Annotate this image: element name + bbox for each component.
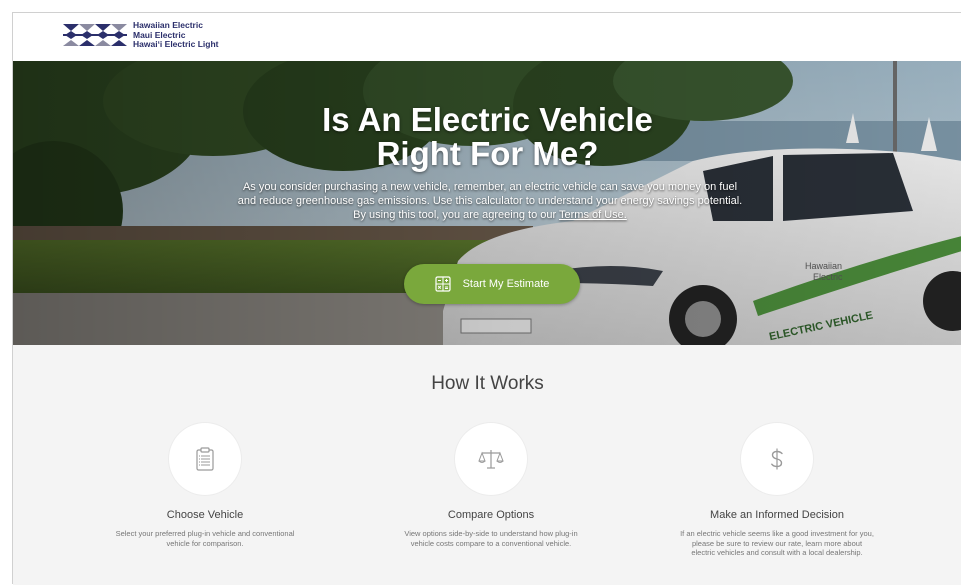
step-compare-options: Compare Options View options side-by-sid… — [386, 423, 596, 548]
step-informed-decision: Make an Informed Decision If an electric… — [672, 423, 882, 558]
logo-mark-icon — [63, 24, 127, 47]
step-title: Choose Vehicle — [166, 509, 244, 521]
hero-banner: Hawaiian Electric ELECTRIC VEHICLE Is An… — [13, 61, 961, 345]
step-icon-circle — [741, 423, 813, 495]
clipboard-icon — [196, 447, 214, 471]
hero-title: Is An Electric Vehicle Right For Me? — [13, 103, 961, 171]
calculator-icon — [434, 276, 451, 292]
hero-description: As you consider purchasing a new vehicle… — [235, 180, 745, 222]
step-description: View options side-by-side to understand … — [404, 529, 578, 548]
step-title: Compare Options — [447, 509, 535, 521]
step-description: If an electric vehicle seems like a good… — [680, 529, 874, 557]
hero-title-line-2: Right For Me? — [376, 135, 599, 172]
step-choose-vehicle: Choose Vehicle Select your preferred plu… — [100, 423, 310, 548]
logo-text: Hawaiian Electric Maui Electric Hawai‘i … — [133, 20, 219, 50]
step-icon-circle — [455, 423, 527, 495]
logo-line-3: Hawai‘i Electric Light — [133, 39, 219, 49]
site-header: Hawaiian Electric Maui Electric Hawai‘i … — [13, 13, 961, 61]
how-it-works-title: How It Works — [431, 373, 544, 394]
start-estimate-label: Start My Estimate — [462, 278, 550, 290]
hero-description-text: As you consider purchasing a new vehicle… — [237, 181, 743, 221]
dollar-icon — [771, 448, 783, 470]
terms-of-use-link[interactable]: Terms of Use. — [559, 209, 627, 221]
scale-icon — [478, 450, 504, 469]
step-title: Make an Informed Decision — [710, 509, 844, 521]
start-estimate-button[interactable]: Start My Estimate — [404, 264, 580, 304]
hero-title-line-1: Is An Electric Vehicle — [322, 101, 653, 138]
step-icon-circle — [169, 423, 241, 495]
page-frame: Hawaiian Electric Maui Electric Hawai‘i … — [12, 12, 961, 585]
step-description: Select your preferred plug-in vehicle an… — [115, 529, 295, 548]
how-it-works-section: How It Works Choose Vehicle Select your — [13, 345, 961, 585]
company-logo[interactable]: Hawaiian Electric Maui Electric Hawai‘i … — [63, 20, 219, 50]
